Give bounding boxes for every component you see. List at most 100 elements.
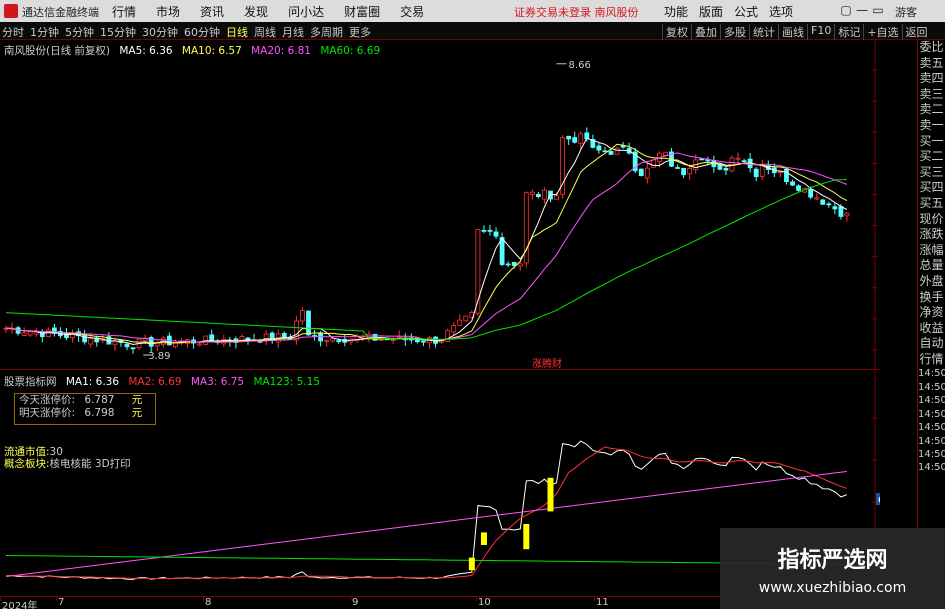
menu-item-options[interactable]: 选项 bbox=[769, 3, 793, 20]
menu-item-formula[interactable]: 公式 bbox=[734, 3, 758, 20]
quote-side-panel: 委比 卖五 卖四 卖三 卖二 卖一 买一 买二 买三 买四 买五 现价 涨跌 涨幅 总量 外盘 换手 净资 收益 自动… bbox=[917, 40, 945, 609]
candle-body bbox=[463, 315, 469, 322]
date-tick-2: 8 bbox=[205, 597, 212, 608]
menu-item-news[interactable]: 资讯 bbox=[200, 3, 224, 20]
concept-line: 概念板块:核电核能 3D打印 bbox=[4, 458, 131, 470]
guest-label[interactable]: 游客 bbox=[895, 4, 917, 20]
side-item-20: 行情 bbox=[919, 351, 944, 366]
price-chart[interactable]: 8.508.007.507.006.506.005.505.004.504.00… bbox=[0, 40, 880, 370]
maximize-icon[interactable]: ▭ bbox=[870, 3, 886, 17]
candle-body bbox=[281, 333, 287, 338]
minimize-icon[interactable]: — bbox=[854, 3, 870, 17]
menu-item-discover[interactable]: 发现 bbox=[244, 3, 268, 20]
watermark-title: 指标严选网 bbox=[777, 548, 888, 573]
high-label: 8.66 bbox=[569, 60, 591, 71]
candle-body bbox=[306, 310, 311, 336]
candle-body bbox=[487, 229, 493, 232]
limit-price-box: 今天涨停价: 6.787 元 明天涨停价: 6.798 元 bbox=[14, 393, 156, 425]
period-tab-2[interactable]: 5分钟 bbox=[65, 24, 94, 40]
date-tick-mark bbox=[203, 597, 204, 601]
menu-item-function[interactable]: 功能 bbox=[664, 3, 688, 20]
float-cap-value: 30 bbox=[49, 446, 63, 458]
candle-body bbox=[421, 340, 426, 343]
candle-body bbox=[596, 145, 602, 151]
candle-body bbox=[124, 343, 130, 348]
chart-tools: 复权 叠加 多股 统计 画线 F10 标记 +自选 返回 bbox=[662, 24, 931, 40]
candle-body bbox=[27, 331, 33, 336]
tool-button-7[interactable]: +自选 bbox=[863, 24, 901, 40]
stock-name: 南风股份(日线 前复权) bbox=[4, 45, 111, 57]
side-item-13: 涨幅 bbox=[919, 242, 944, 257]
ma123-value: MA123: 5.15 bbox=[253, 376, 320, 388]
menu-item-trade[interactable]: 交易 bbox=[400, 3, 424, 20]
candlestick-chart[interactable]: 8.508.007.507.006.506.005.505.004.504.00… bbox=[0, 40, 880, 370]
site-watermark: 指标严选网 www.xuezhibiao.com bbox=[720, 528, 945, 609]
side-item-16: 换手 bbox=[919, 289, 944, 304]
candle-body bbox=[844, 212, 850, 217]
candle-body bbox=[82, 334, 88, 343]
candle-body bbox=[735, 157, 741, 160]
candle-body bbox=[820, 199, 826, 205]
candle-body bbox=[741, 160, 747, 163]
tomorrow-limit-row: 明天涨停价: 6.798 元 bbox=[15, 407, 155, 420]
menu-item-fortune[interactable]: 财富圈 bbox=[344, 3, 380, 20]
candle-body bbox=[808, 189, 814, 198]
signal-bar bbox=[480, 532, 487, 545]
tool-button-6[interactable]: 标记 bbox=[834, 24, 863, 40]
date-tick-4: 10 bbox=[478, 597, 491, 608]
login-notice[interactable]: 证券交易未登录 南风股份 bbox=[514, 4, 639, 20]
period-tab-7[interactable]: 周线 bbox=[254, 24, 276, 40]
menu-item-ask[interactable]: 问小达 bbox=[288, 3, 324, 20]
candle-body bbox=[457, 319, 463, 326]
candle-body bbox=[88, 338, 94, 345]
period-tab-9[interactable]: 多周期 bbox=[310, 24, 343, 40]
tool-button-8[interactable]: 返回 bbox=[901, 24, 931, 40]
period-tab-10[interactable]: 更多 bbox=[349, 24, 371, 40]
period-tab-6[interactable]: 日线 bbox=[226, 24, 248, 40]
side-item-8: 买三 bbox=[919, 164, 944, 179]
ma3-value: MA3: 6.75 bbox=[190, 376, 245, 388]
period-tab-0[interactable]: 分时 bbox=[2, 24, 24, 40]
candle-body bbox=[493, 231, 499, 237]
period-tabs: 分时 1分钟 5分钟 15分钟 30分钟 60分钟 日线 周线 月线 多周期 更多 bbox=[2, 24, 377, 40]
tool-button-3[interactable]: 统计 bbox=[749, 24, 778, 40]
period-tab-5[interactable]: 60分钟 bbox=[184, 24, 220, 40]
tool-button-5[interactable]: F10 bbox=[807, 24, 834, 40]
side-item-15: 外盘 bbox=[919, 273, 944, 288]
candle-body bbox=[681, 167, 686, 176]
signal-bar bbox=[468, 557, 475, 571]
candle-body bbox=[445, 330, 451, 342]
period-tab-4[interactable]: 30分钟 bbox=[142, 24, 178, 40]
tool-button-0[interactable]: 复权 bbox=[662, 24, 691, 40]
today-limit-unit: 元 bbox=[131, 394, 143, 406]
period-tab-3[interactable]: 15分钟 bbox=[100, 24, 136, 40]
side-item-4: 卖二 bbox=[919, 102, 944, 117]
period-tab-8[interactable]: 月线 bbox=[282, 24, 304, 40]
date-tick-mark bbox=[350, 597, 351, 601]
candle-body bbox=[638, 168, 644, 177]
signal-bar bbox=[547, 477, 554, 512]
candle-body bbox=[197, 343, 203, 346]
side-item-12: 涨跌 bbox=[919, 227, 944, 242]
concept-label: 概念板块: bbox=[4, 458, 50, 470]
menu-item-layout[interactable]: 版面 bbox=[699, 3, 723, 20]
candle-body bbox=[209, 334, 215, 342]
tool-button-1[interactable]: 叠加 bbox=[691, 24, 720, 40]
signal-bar bbox=[523, 524, 530, 550]
candle-body bbox=[536, 193, 541, 198]
candle-body bbox=[838, 206, 844, 217]
candle-body bbox=[542, 189, 547, 200]
menu-item-quotes[interactable]: 行情 bbox=[112, 3, 136, 20]
tool-button-4[interactable]: 画线 bbox=[778, 24, 807, 40]
menu-item-market[interactable]: 市场 bbox=[156, 3, 180, 20]
market-info-lines: 流通市值:30 概念板块:核电核能 3D打印 bbox=[4, 446, 131, 470]
indicator-value-label: 6.07 bbox=[878, 495, 880, 506]
restore-icon[interactable]: ▢ bbox=[838, 3, 854, 17]
side-item-10: 买五 bbox=[919, 195, 944, 210]
period-tab-1[interactable]: 1分钟 bbox=[30, 24, 59, 40]
candle-body bbox=[336, 340, 342, 343]
ma10-value: MA10: 6.57 bbox=[181, 45, 242, 57]
right-menu: 功能 版面 公式 选项 bbox=[664, 3, 804, 20]
date-tick-3: 9 bbox=[352, 597, 359, 608]
tool-button-2[interactable]: 多股 bbox=[720, 24, 749, 40]
